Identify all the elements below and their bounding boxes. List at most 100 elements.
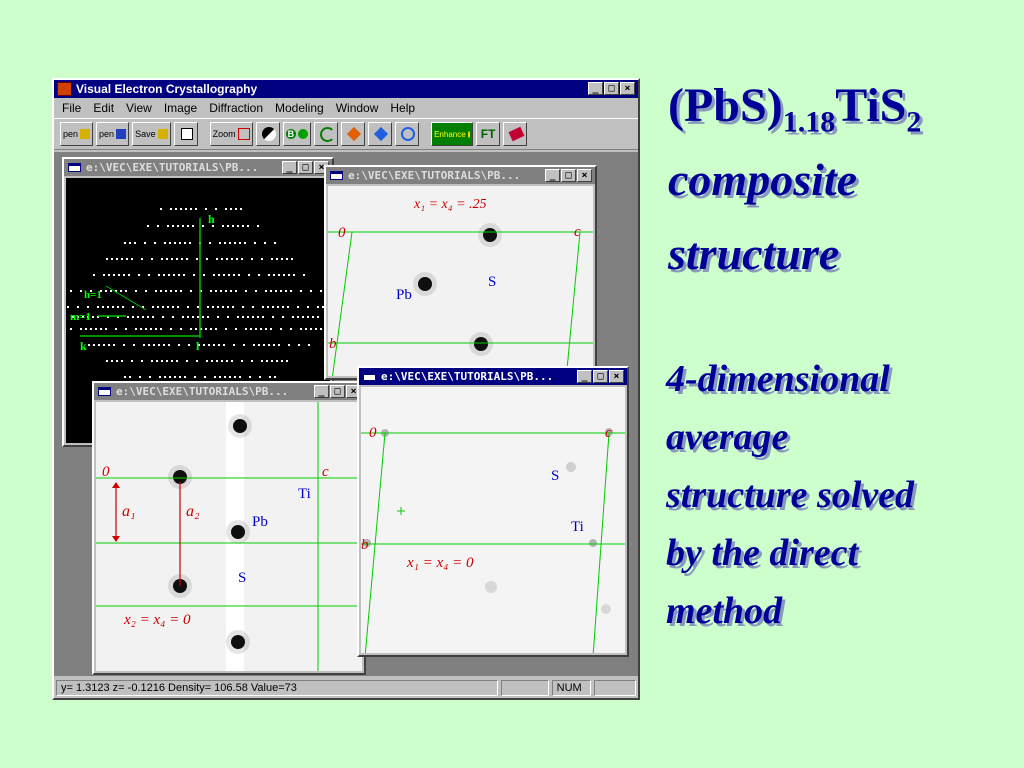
- book-button[interactable]: [503, 122, 528, 146]
- minimize-button[interactable]: _: [545, 169, 560, 182]
- menu-diffraction[interactable]: Diffraction: [209, 98, 263, 118]
- minimize-button[interactable]: _: [314, 385, 329, 398]
- diffraction-spot: [223, 344, 225, 346]
- symmetry-button[interactable]: [341, 122, 366, 146]
- map2-titlebar[interactable]: e:\VEC\EXE\TUTORIALS\PB... _ □ ×: [94, 383, 364, 400]
- diffraction-titlebar[interactable]: e:\VEC\EXE\TUTORIALS\PB... _ □ ×: [64, 159, 332, 176]
- diffraction-spot: [290, 290, 292, 292]
- maximize-button[interactable]: □: [298, 161, 313, 174]
- diffraction-spot: [102, 306, 104, 308]
- diffraction-spot: [283, 274, 285, 276]
- waves-button[interactable]: [395, 122, 420, 146]
- diffraction-button[interactable]: [368, 122, 393, 146]
- diffraction-spot: [174, 242, 176, 244]
- menu-modeling[interactable]: Modeling: [275, 98, 324, 118]
- map-window-2[interactable]: e:\VEC\EXE\TUTORIALS\PB... _ □ × 0 c a₁: [92, 381, 366, 675]
- map2-label-a1: a₁: [122, 503, 136, 520]
- menu-window[interactable]: Window: [336, 98, 379, 118]
- contrast-button[interactable]: [255, 122, 280, 146]
- diffraction-spot: [178, 344, 180, 346]
- diffraction-spot: [218, 344, 220, 346]
- map2-label-c: c: [322, 464, 329, 480]
- maximize-button[interactable]: □: [561, 169, 576, 182]
- zoom-button[interactable]: Zoom: [209, 122, 253, 146]
- diffraction-spot: [227, 316, 229, 318]
- maximize-button[interactable]: □: [593, 370, 608, 383]
- diffraction-spot: [155, 290, 157, 292]
- diffraction-spot: [232, 225, 234, 227]
- diffraction-spot: [288, 344, 290, 346]
- open-image-button[interactable]: pen: [96, 122, 130, 146]
- blur-button[interactable]: B: [282, 122, 312, 146]
- map1-titlebar[interactable]: e:\VEC\EXE\TUTORIALS\PB... _ □ ×: [326, 167, 595, 184]
- document-icon: [68, 163, 81, 172]
- open-button[interactable]: pen: [60, 122, 94, 146]
- diffraction-spot: [291, 258, 293, 260]
- diffraction-spot: [197, 306, 199, 308]
- map1-label-s: S: [488, 274, 496, 290]
- diffraction-spot: [135, 290, 137, 292]
- map3-titlebar[interactable]: e:\VEC\EXE\TUTORIALS\PB... _ □ ×: [359, 368, 627, 385]
- maximize-button[interactable]: □: [330, 385, 345, 398]
- menu-help[interactable]: Help: [390, 98, 415, 118]
- map-window-3[interactable]: e:\VEC\EXE\TUTORIALS\PB... _ □ × 0 c b S: [357, 366, 629, 657]
- enhance-button[interactable]: Enhance: [431, 122, 474, 146]
- app-titlebar[interactable]: Visual Electron Crystallography _ □ ×: [54, 80, 638, 98]
- diffraction-spot: [138, 274, 140, 276]
- diffraction-spot: [268, 274, 270, 276]
- maximize-button[interactable]: □: [604, 82, 619, 95]
- diffraction-spot: [236, 258, 238, 260]
- diffraction-spot: [170, 328, 172, 330]
- symmetry-icon: [347, 126, 362, 142]
- close-button[interactable]: ×: [609, 370, 624, 383]
- save-button[interactable]: Save: [132, 122, 171, 146]
- print-button[interactable]: [173, 122, 198, 146]
- menu-view[interactable]: View: [126, 98, 152, 118]
- diffraction-spot: [165, 290, 167, 292]
- diffraction-spot: [232, 306, 234, 308]
- diffraction-spot: [300, 290, 302, 292]
- diffraction-spot: [245, 290, 247, 292]
- minimize-button[interactable]: _: [577, 370, 592, 383]
- close-button[interactable]: ×: [577, 169, 592, 182]
- diffraction-spot: [111, 258, 113, 260]
- diffraction-spot: [172, 316, 174, 318]
- map1-label-c: c: [574, 224, 581, 240]
- map1-formula: x₁ = x₄ = .25: [413, 197, 487, 212]
- rotate-button[interactable]: [314, 122, 339, 146]
- diffraction-spot: [222, 306, 224, 308]
- diffraction-spot: [103, 274, 105, 276]
- fourier-button[interactable]: FT: [476, 122, 501, 146]
- diffraction-spot: [250, 328, 252, 330]
- menu-image[interactable]: Image: [164, 98, 197, 118]
- menu-file[interactable]: File: [62, 98, 81, 118]
- close-button[interactable]: ×: [620, 82, 635, 95]
- document-icon: [98, 387, 111, 396]
- diffraction-spot: [135, 328, 137, 330]
- map2-formula: x₂ = x₄ = 0: [123, 612, 191, 628]
- diffraction-spot: [196, 258, 198, 260]
- map2-title: e:\VEC\EXE\TUTORIALS\PB...: [116, 385, 289, 398]
- menu-edit[interactable]: Edit: [93, 98, 114, 118]
- diffraction-spot: [149, 376, 151, 378]
- diffraction-spot: [203, 274, 205, 276]
- diffraction-spot: [152, 306, 154, 308]
- minimize-button[interactable]: _: [588, 82, 603, 95]
- diffraction-spot: [168, 274, 170, 276]
- document-icon: [363, 372, 376, 381]
- diffraction-spot: [122, 306, 124, 308]
- slide-body-line: 4-dimensional: [666, 358, 890, 400]
- map-window-1[interactable]: e:\VEC\EXE\TUTORIALS\PB... _ □ × x₁ = x₄…: [324, 165, 597, 380]
- diffraction-spot: [67, 306, 69, 308]
- diffraction-spot: [312, 316, 314, 318]
- diffraction-spot: [189, 242, 191, 244]
- diffraction-spot: [215, 290, 217, 292]
- diffraction-spot: [271, 360, 273, 362]
- diffraction-spot: [137, 316, 139, 318]
- minimize-button[interactable]: _: [282, 161, 297, 174]
- diffraction-spot: [160, 208, 162, 210]
- diffraction-spot: [308, 344, 310, 346]
- diffraction-spot: [213, 274, 215, 276]
- diffraction-spot: [158, 274, 160, 276]
- diffraction-spot: [148, 344, 150, 346]
